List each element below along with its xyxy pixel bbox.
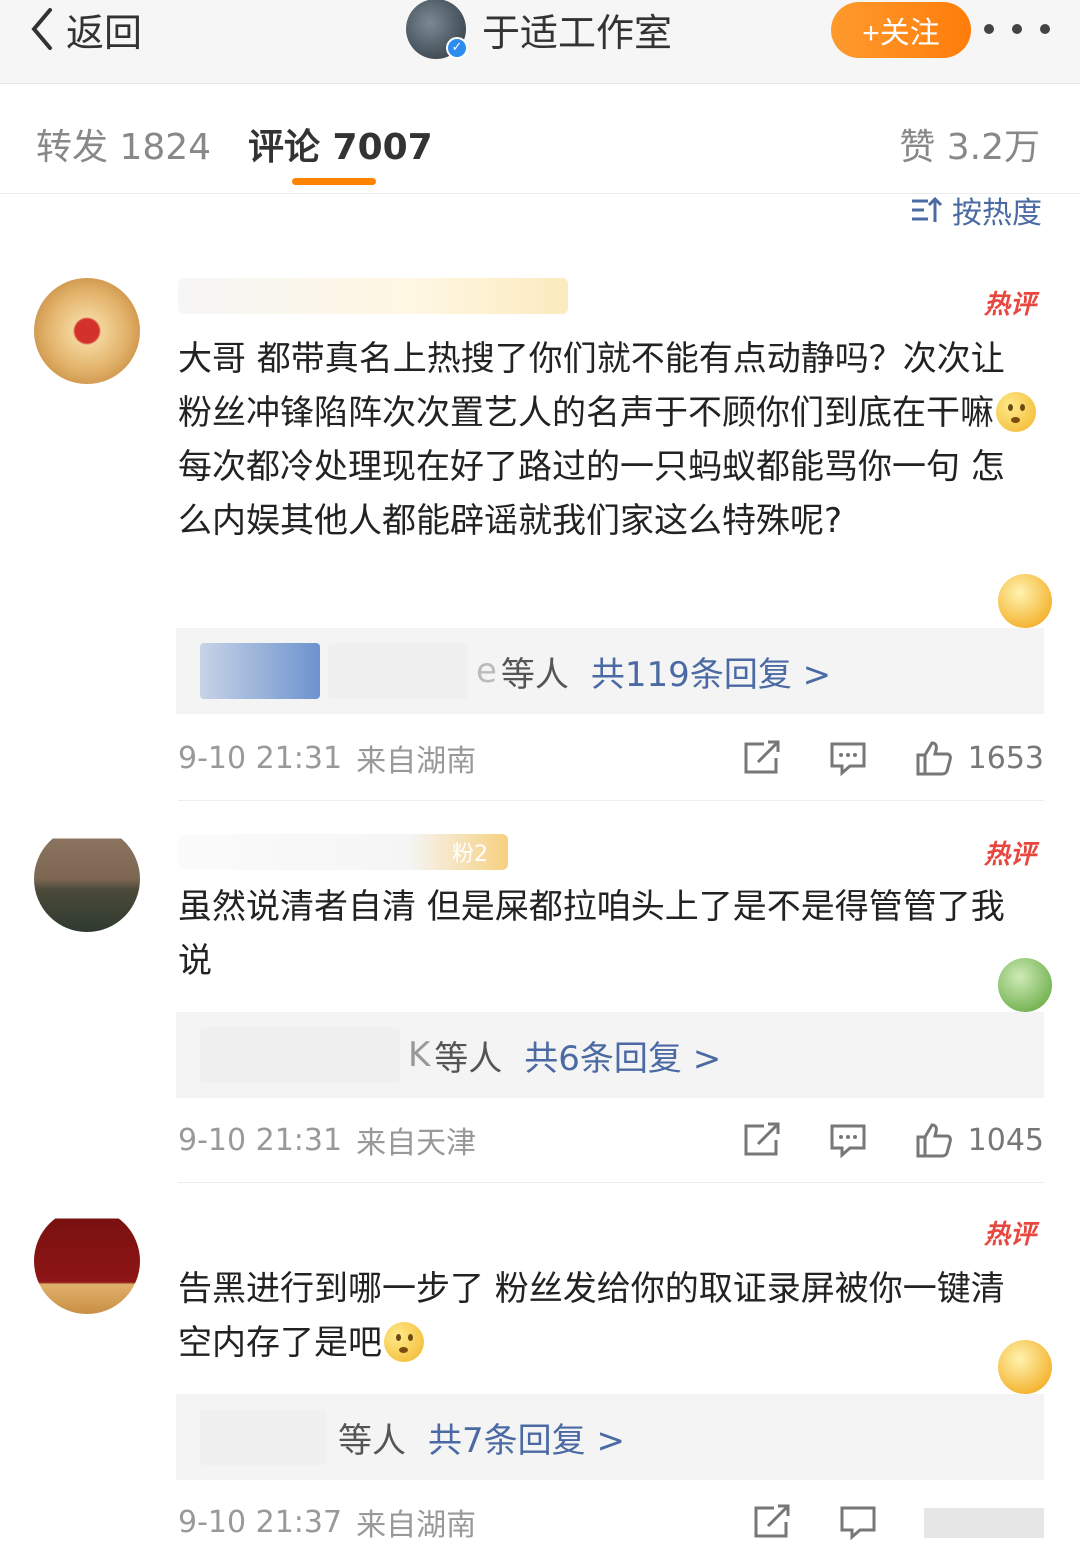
more-icon[interactable] [984, 12, 1050, 46]
reply-summary[interactable]: e 等人 共119条回复 > [176, 628, 1044, 714]
location: 来自湖南 [356, 744, 477, 779]
tab-indicator [292, 178, 376, 185]
badge-decoration-icon [998, 574, 1052, 628]
divider [178, 1182, 1044, 1183]
avatar[interactable]: ✓ [406, 0, 468, 59]
avatar[interactable] [34, 826, 140, 932]
fan-badge: 粉2 [452, 842, 488, 867]
sort-label: 按热度 [952, 196, 1042, 231]
reply-summary[interactable]: 等人 共7条回复 > [176, 1394, 1044, 1480]
like-icon[interactable] [924, 1504, 1044, 1540]
comment-icon[interactable] [838, 1504, 878, 1541]
reply-summary[interactable]: K 等人 共6条回复 > [176, 1012, 1044, 1098]
tab-likes[interactable]: 赞 3.2万 [899, 118, 1040, 170]
timestamp: 9-10 21:31 [178, 1122, 343, 1158]
share-icon[interactable] [742, 740, 782, 776]
timestamp: 9-10 21:37 [178, 1504, 343, 1540]
account-name[interactable]: 于适工作室 [482, 2, 672, 57]
sort-icon [912, 196, 942, 222]
comment-text: 大哥 都带真名上热搜了你们就不能有点动静吗？次次让粉丝冲锋陷阵次次置艺人的名声于… [178, 332, 1038, 548]
avatar[interactable] [34, 278, 140, 384]
verified-icon: ✓ [446, 37, 468, 59]
account-header[interactable]: ✓ 于适工作室 [406, 0, 672, 59]
hot-comment-badge: 热评 [983, 840, 1036, 870]
comment-icon[interactable] [828, 1122, 868, 1159]
tab-comments[interactable]: 评论 7007 [248, 118, 433, 170]
share-icon[interactable] [752, 1504, 792, 1540]
thinking-emoji-icon [384, 1322, 424, 1362]
location: 来自天津 [356, 1126, 477, 1161]
like-count: 1045 [967, 1122, 1044, 1158]
hot-comment-badge: 热评 [983, 1220, 1036, 1250]
username[interactable] [178, 278, 568, 314]
sort-button[interactable]: 按热度 [910, 190, 1042, 231]
thinking-emoji-icon [996, 392, 1036, 432]
badge-decoration-icon [998, 1340, 1052, 1394]
like-count: 1653 [967, 740, 1044, 776]
tab-bar: 转发 1824 评论 7007 赞 3.2万 [0, 84, 1080, 194]
view-replies-link[interactable]: 共7条回复 > [428, 1413, 625, 1462]
follow-button[interactable]: +关注 [831, 2, 971, 58]
username[interactable]: 粉2 [178, 834, 508, 870]
frog-decoration-icon [998, 958, 1052, 1012]
chevron-left-icon [31, 8, 52, 50]
comment-meta: 9-10 21:37 来自湖南 [178, 1502, 1044, 1543]
comment-text: 告黑进行到哪一步了 粉丝发给你的取证录屏被你一键清空内存了是吧 [178, 1269, 1005, 1363]
back-label: 返回 [66, 10, 143, 55]
view-replies-link[interactable]: 共6条回复 > [524, 1031, 721, 1080]
divider [178, 800, 1044, 801]
comment-icon[interactable] [828, 740, 868, 777]
tab-repost[interactable]: 转发 1824 [36, 118, 211, 170]
comment-text: 虽然说清者自清 但是屎都拉咱头上了是不是得管管了我说 [178, 887, 1005, 981]
avatar[interactable] [34, 1208, 140, 1314]
view-replies-link[interactable]: 共119条回复 > [591, 647, 831, 696]
location: 来自湖南 [356, 1508, 477, 1543]
top-bar: 返回 ✓ 于适工作室 +关注 [0, 0, 1080, 84]
like-icon[interactable] [914, 740, 954, 776]
hot-comment-badge: 热评 [983, 290, 1036, 320]
timestamp: 9-10 21:31 [178, 740, 343, 776]
back-button[interactable]: 返回 [26, 6, 142, 55]
share-icon[interactable] [742, 1122, 782, 1158]
like-icon[interactable] [914, 1122, 954, 1158]
comment-meta: 9-10 21:31 来自湖南 1653 [178, 738, 1044, 779]
comment-meta: 9-10 21:31 来自天津 1045 [178, 1120, 1044, 1161]
